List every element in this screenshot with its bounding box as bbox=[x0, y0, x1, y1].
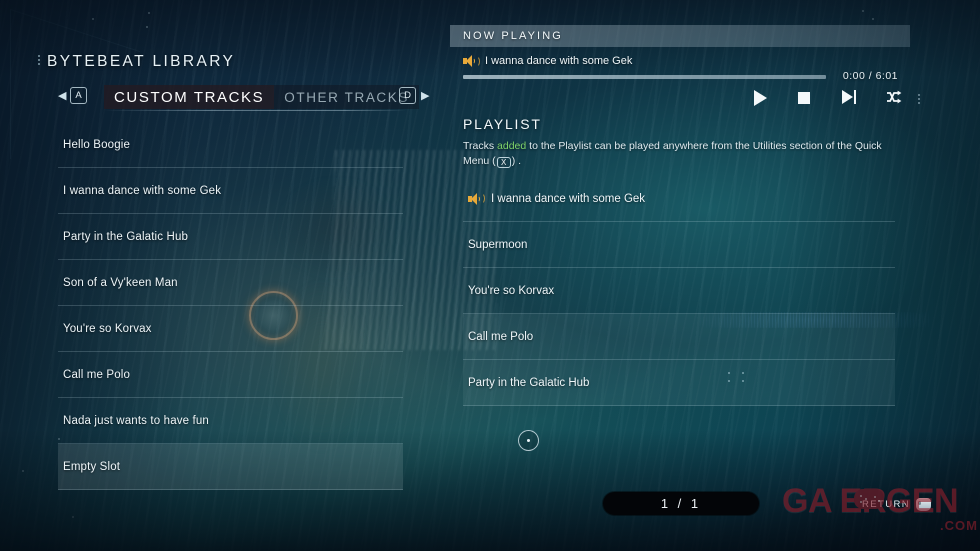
playback-time: 0:00 / 6:01 bbox=[842, 70, 898, 82]
bytebeat-library-panel: BYTEBEAT LIBRARY ◀ A CUSTOM TRACKS OTHER… bbox=[0, 0, 450, 551]
watermark: GA ERGEN .COM bbox=[782, 482, 980, 544]
track-label: You're so Korvax bbox=[63, 322, 152, 335]
now-playing-title: NOW PLAYING bbox=[463, 30, 563, 42]
desc-highlight-added: added bbox=[497, 140, 527, 152]
playlist-item-label: Supermoon bbox=[468, 238, 528, 251]
playlist-row[interactable]: Party in the Galatic Hub bbox=[463, 360, 895, 406]
playlist-row[interactable]: I wanna dance with some Gek bbox=[463, 176, 895, 222]
now-playing-track-name: I wanna dance with some Gek bbox=[485, 55, 633, 67]
playback-controls bbox=[754, 90, 904, 106]
next-track-icon bbox=[842, 90, 860, 104]
playlist-item-label: I wanna dance with some Gek bbox=[491, 192, 646, 205]
watermark-domain: .COM bbox=[940, 518, 978, 533]
track-list: Hello Boogie I wanna dance with some Gek… bbox=[58, 122, 403, 490]
track-row[interactable]: I wanna dance with some Gek bbox=[58, 168, 403, 214]
stop-icon bbox=[798, 92, 810, 104]
key-x-badge: X bbox=[496, 157, 511, 168]
track-label: Party in the Galatic Hub bbox=[63, 230, 189, 243]
track-label: I wanna dance with some Gek bbox=[63, 184, 222, 197]
playlist-list: I wanna dance with some Gek Supermoon Yo… bbox=[463, 176, 895, 406]
playlist-item-label: Call me Polo bbox=[468, 330, 534, 343]
track-label: Hello Boogie bbox=[63, 138, 131, 151]
playlist-item-label: You're so Korvax bbox=[468, 284, 555, 297]
prev-category-arrow-icon[interactable]: ◀ bbox=[58, 90, 67, 103]
track-label: Son of a Vy'keen Man bbox=[63, 276, 178, 289]
track-row[interactable]: Party in the Galatic Hub bbox=[58, 214, 403, 260]
speaker-icon bbox=[468, 192, 485, 205]
next-category-arrow-icon[interactable]: ▶ bbox=[421, 90, 430, 103]
playlist-title: PLAYLIST bbox=[463, 116, 542, 132]
playback-progress-bar[interactable] bbox=[463, 75, 826, 79]
key-d-badge: D bbox=[399, 87, 416, 104]
tab-bar: ◀ A CUSTOM TRACKS OTHER TRACKS D ▶ bbox=[58, 85, 430, 111]
tab-group: CUSTOM TRACKS OTHER TRACKS bbox=[104, 85, 419, 109]
game-screen: BYTEBEAT LIBRARY ◀ A CUSTOM TRACKS OTHER… bbox=[0, 0, 980, 551]
now-playing-and-playlist-panel: NOW PLAYING I wanna dance with some Gek … bbox=[450, 0, 980, 551]
page-title: BYTEBEAT LIBRARY bbox=[47, 53, 236, 70]
playlist-description: Tracks added to the Playlist can be play… bbox=[463, 139, 895, 168]
watermark-gamepad-icon bbox=[854, 489, 884, 509]
track-row[interactable]: Nada just wants to have fun bbox=[58, 398, 403, 444]
play-button[interactable] bbox=[754, 90, 772, 106]
desc-part-2: to the Playlist can be played anywhere f… bbox=[463, 140, 882, 167]
scroll-dot-center bbox=[527, 439, 530, 442]
track-label: Nada just wants to have fun bbox=[63, 414, 209, 427]
desc-part-1: Tracks bbox=[463, 140, 498, 152]
playlist-item-label: Party in the Galatic Hub bbox=[468, 376, 590, 389]
controls-dot-decor bbox=[918, 94, 920, 104]
page-indicator: 1 / 1 bbox=[603, 492, 759, 515]
desc-part-3: ) . bbox=[511, 154, 522, 167]
track-row[interactable]: Call me Polo bbox=[58, 352, 403, 398]
track-row[interactable]: You're so Korvax bbox=[58, 306, 403, 352]
playlist-row[interactable]: Call me Polo bbox=[463, 314, 895, 360]
shuffle-icon bbox=[887, 90, 902, 104]
play-icon bbox=[754, 90, 767, 106]
progress-fill bbox=[463, 75, 826, 79]
now-playing-track: I wanna dance with some Gek bbox=[463, 55, 632, 67]
page-indicator-label: 1 / 1 bbox=[660, 496, 702, 511]
scroll-more-indicator[interactable] bbox=[518, 430, 539, 451]
tab-underline bbox=[104, 110, 406, 111]
key-a-badge: A bbox=[70, 87, 87, 104]
stop-button[interactable] bbox=[798, 90, 816, 106]
track-label: Call me Polo bbox=[63, 368, 130, 381]
tab-custom-tracks[interactable]: CUSTOM TRACKS bbox=[104, 85, 275, 109]
playlist-row[interactable]: Supermoon bbox=[463, 222, 895, 268]
track-row[interactable]: Son of a Vy'keen Man bbox=[58, 260, 403, 306]
playlist-row[interactable]: You're so Korvax bbox=[463, 268, 895, 314]
title-tick-decor bbox=[38, 55, 40, 65]
now-playing-body: I wanna dance with some Gek 0:00 / 6:01 bbox=[450, 48, 920, 110]
track-row-selected[interactable]: Empty Slot bbox=[58, 444, 403, 490]
shuffle-button[interactable] bbox=[886, 90, 904, 106]
next-track-button[interactable] bbox=[842, 90, 860, 106]
speaker-icon bbox=[463, 55, 480, 67]
track-label: Empty Slot bbox=[63, 460, 121, 473]
track-row[interactable]: Hello Boogie bbox=[58, 122, 403, 168]
now-playing-header: NOW PLAYING bbox=[450, 25, 910, 47]
tab-other-tracks[interactable]: OTHER TRACKS bbox=[274, 85, 419, 109]
